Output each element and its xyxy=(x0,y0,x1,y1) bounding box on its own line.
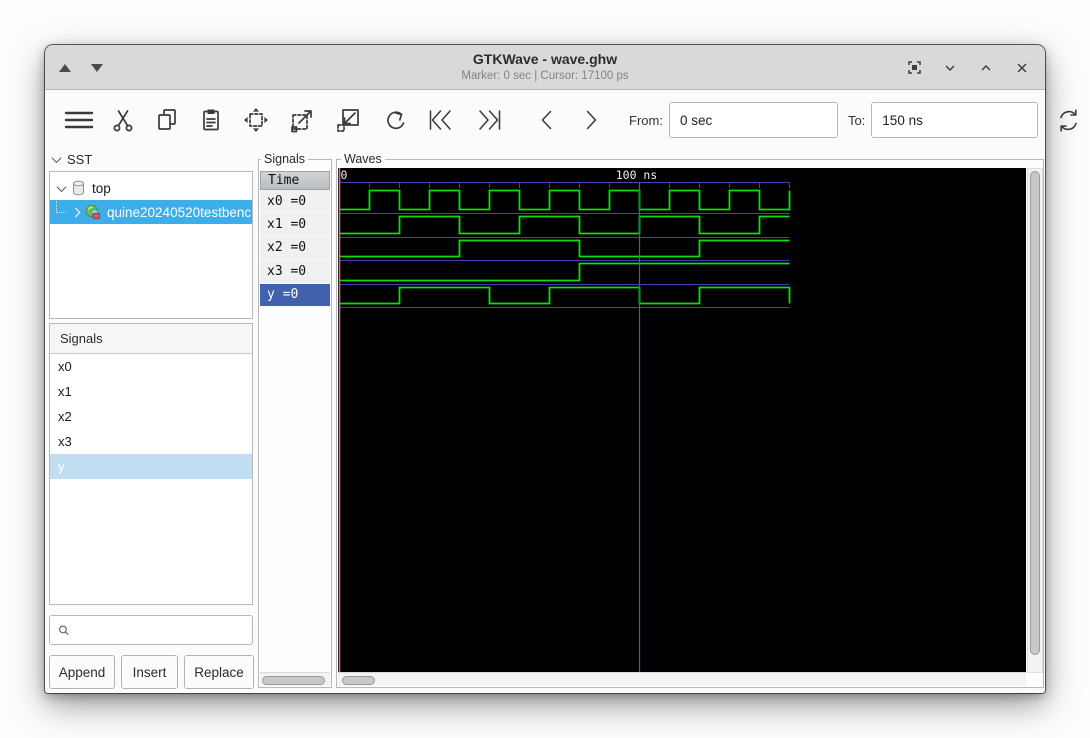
sst-label: SST xyxy=(67,151,93,167)
tree-node-top[interactable]: top xyxy=(50,176,252,200)
time-header[interactable]: Time xyxy=(260,171,330,190)
chevron-down-icon xyxy=(51,152,62,163)
signal-list-item-x0[interactable]: x0 xyxy=(50,354,252,379)
component-icon xyxy=(85,204,100,219)
wave-name-row-0[interactable]: x0 =0 xyxy=(260,190,330,214)
waves-hscrollbar[interactable] xyxy=(338,672,1026,686)
names-hscrollbar-thumb[interactable] xyxy=(262,675,325,685)
from-input[interactable] xyxy=(668,102,838,138)
close-icon[interactable] xyxy=(1011,57,1033,79)
cut-icon[interactable] xyxy=(101,100,145,140)
tree-node-quine20240520testbench[interactable]: quine20240520testbench xyxy=(50,200,252,224)
gtkwave-window: GTKWave - wave.ghw Marker: 0 sec | Curso… xyxy=(45,45,1077,693)
wave-name-row-1[interactable]: x1 =0 xyxy=(260,213,330,237)
wave-name-row-4[interactable]: y =0 xyxy=(260,283,330,307)
tree-connector xyxy=(56,201,66,213)
tree-node-label: quine20240520testbench xyxy=(107,204,252,220)
reload-icon[interactable] xyxy=(1048,100,1088,140)
waves-frame: Waves 0 100 ns xyxy=(336,152,1044,688)
wave-name-row-3[interactable]: x3 =0 xyxy=(260,260,330,284)
copy-icon[interactable] xyxy=(145,100,189,140)
signal-search-box[interactable] xyxy=(49,615,253,645)
replace-button[interactable]: Replace xyxy=(184,655,254,689)
toolbar: From: To: xyxy=(45,90,1077,150)
sst-expander[interactable]: SST xyxy=(51,150,93,168)
signal-list-item-x3[interactable]: x3 xyxy=(50,429,252,454)
signal-list-item-x2[interactable]: x2 xyxy=(50,404,252,429)
to-end-icon[interactable] xyxy=(465,100,513,140)
to-start-icon[interactable] xyxy=(417,100,465,140)
sst-tree[interactable]: top quine20240520testbench xyxy=(49,171,253,319)
fullscreen-icon[interactable] xyxy=(903,57,925,79)
wave-names-frame: Signals Time x0 =0 x1 =0 x2 =0 x3 =0 y =0 xyxy=(258,152,332,688)
waveform-canvas[interactable]: 0 100 ns xyxy=(338,168,1026,673)
desktop: GTKWave - wave.ghw Marker: 0 sec | Curso… xyxy=(0,0,1090,738)
append-button[interactable]: Append xyxy=(49,655,115,689)
undo-icon[interactable] xyxy=(371,100,417,140)
to-label: To: xyxy=(847,112,866,128)
titlebar[interactable]: GTKWave - wave.ghw Marker: 0 sec | Curso… xyxy=(45,45,1045,90)
prev-icon[interactable] xyxy=(525,100,569,140)
search-icon xyxy=(59,625,69,635)
insert-button[interactable]: Insert xyxy=(121,655,178,689)
paste-icon[interactable] xyxy=(189,100,233,140)
to-input[interactable] xyxy=(871,102,1039,138)
waves-hscrollbar-thumb[interactable] xyxy=(342,675,375,685)
menu-icon[interactable] xyxy=(57,100,101,140)
names-hscrollbar[interactable] xyxy=(260,672,330,686)
zoom-fit-icon[interactable] xyxy=(233,100,279,140)
module-cylinder-icon xyxy=(73,180,84,196)
svg-text:100 ns: 100 ns xyxy=(616,168,658,182)
waves-frame-label: Waves xyxy=(341,152,385,167)
marker-cursor-status: Marker: 0 sec | Cursor: 17100 ps xyxy=(461,70,629,82)
minimize-icon[interactable] xyxy=(939,57,961,79)
signal-list-item-x1[interactable]: x1 xyxy=(50,379,252,404)
chevron-down-icon[interactable] xyxy=(56,181,67,192)
shade-down-icon[interactable] xyxy=(91,63,103,72)
zoom-in-icon[interactable] xyxy=(279,100,325,140)
wave-name-row-2[interactable]: x2 =0 xyxy=(260,236,330,261)
waves-vscrollbar-thumb[interactable] xyxy=(1030,171,1040,655)
action-buttons: Append Insert Replace xyxy=(49,655,254,689)
window-title: GTKWave - wave.ghw xyxy=(472,51,618,67)
svg-text:0: 0 xyxy=(341,168,348,182)
tree-node-label: top xyxy=(92,180,111,196)
shade-up-icon[interactable] xyxy=(59,63,71,72)
from-label: From: xyxy=(629,112,663,128)
main-area: SST top quine20240520testbench Signals x0… xyxy=(45,150,1045,693)
signals-listbox[interactable]: Signals x0 x1 x2 x3 y xyxy=(49,323,253,605)
signal-list-item-y[interactable]: y xyxy=(50,454,252,479)
next-icon[interactable] xyxy=(569,100,613,140)
waves-vscrollbar[interactable] xyxy=(1027,168,1043,673)
zoom-out-icon[interactable] xyxy=(325,100,371,140)
signals-list-header[interactable]: Signals xyxy=(50,324,252,354)
chevron-right-icon[interactable] xyxy=(70,207,81,217)
maximize-icon[interactable] xyxy=(975,57,997,79)
wave-names-frame-label: Signals xyxy=(261,152,308,167)
search-input[interactable] xyxy=(76,618,252,642)
